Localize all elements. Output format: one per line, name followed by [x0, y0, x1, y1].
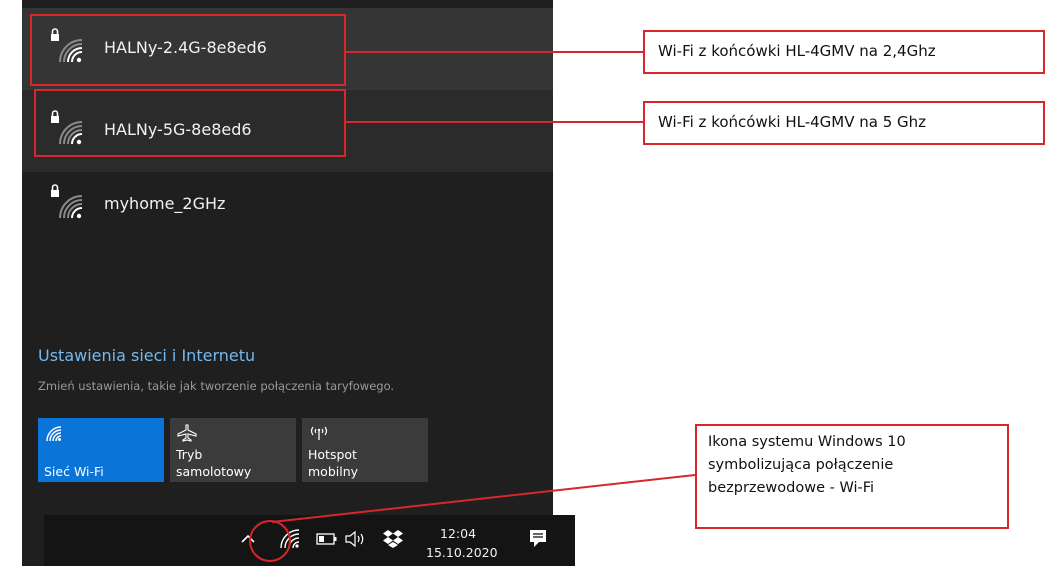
callout-text: Wi-Fi z końcówki HL-4GMV na 5 Ghz [658, 113, 927, 131]
callout-text-line2: symbolizująca połączenie [708, 457, 894, 473]
callout-text: Wi-Fi z końcówki HL-4GMV na 2,4Ghz [658, 42, 936, 60]
callout-taskbar-wifi: Ikona systemu Windows 10 symbolizująca p… [695, 424, 1009, 529]
callout-text-line3: bezprzewodowe - Wi-Fi [708, 480, 875, 496]
callout-2-4ghz: Wi-Fi z końcówki HL-4GMV na 2,4Ghz [643, 30, 1045, 74]
callout-text-line1: Ikona systemu Windows 10 [708, 434, 906, 450]
callout-5ghz: Wi-Fi z końcówki HL-4GMV na 5 Ghz [643, 101, 1045, 145]
